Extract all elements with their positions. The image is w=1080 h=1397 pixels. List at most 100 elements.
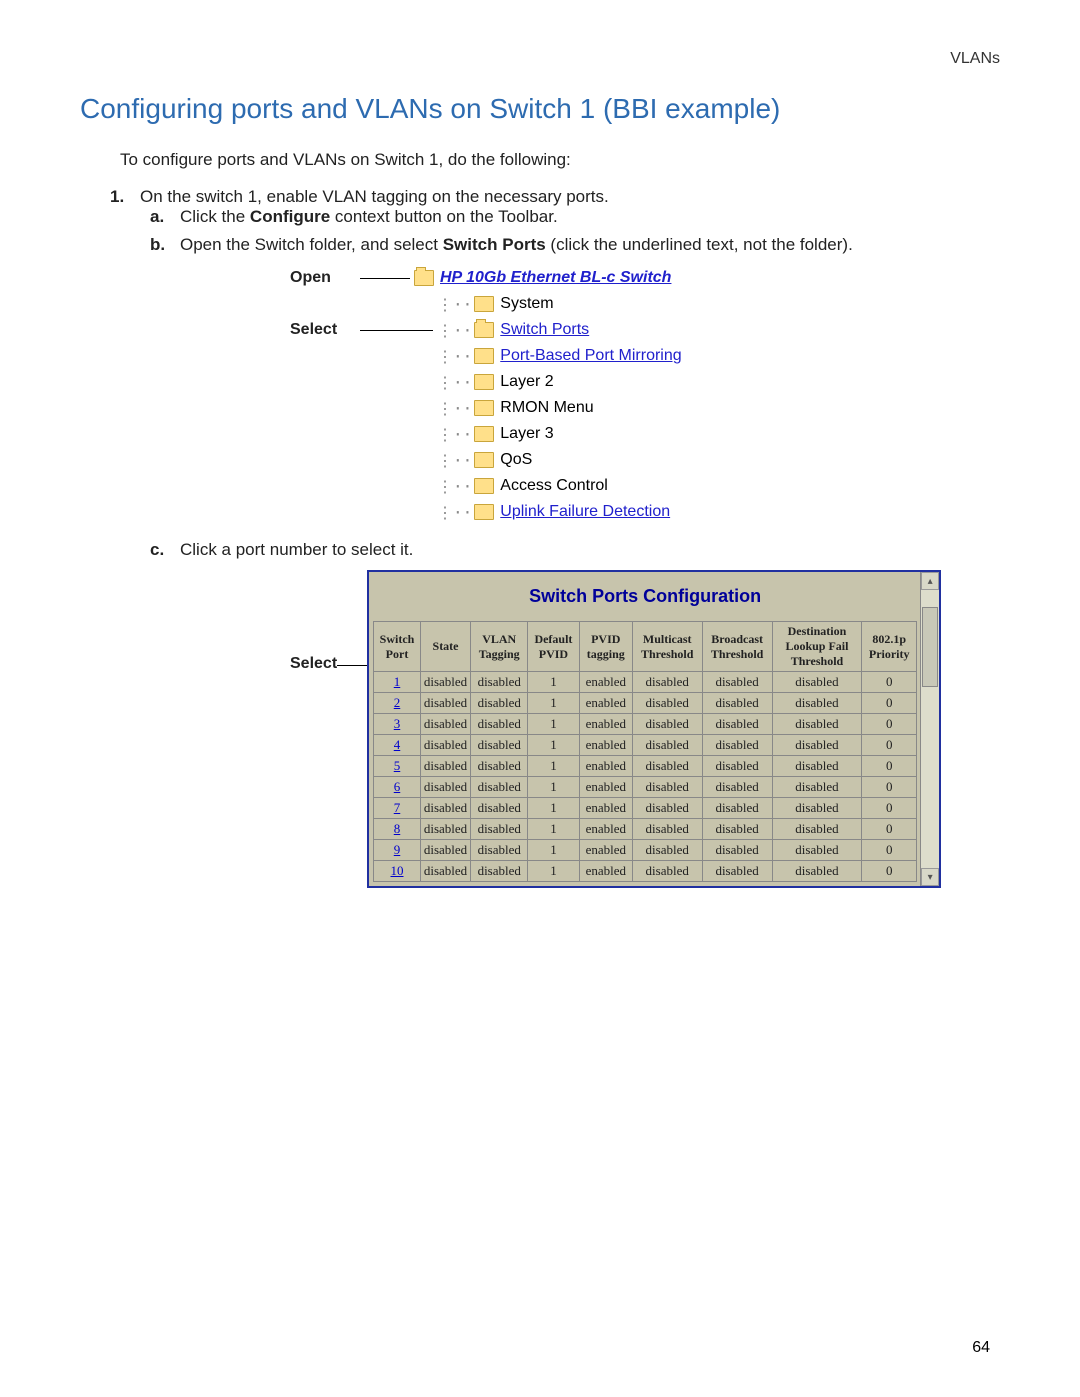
table-cell: 0	[862, 693, 917, 714]
table-cell: disabled	[420, 798, 470, 819]
table-cell: disabled	[632, 672, 702, 693]
port-link[interactable]: 2	[374, 693, 421, 714]
folder-icon	[474, 374, 494, 390]
table-cell: disabled	[772, 861, 862, 882]
page-number: 64	[972, 1339, 990, 1357]
folder-open-icon	[414, 270, 434, 286]
table-cell: disabled	[420, 819, 470, 840]
table-header: PVID tagging	[579, 622, 632, 672]
scroll-up-icon[interactable]: ▴	[921, 572, 939, 590]
port-link[interactable]: 8	[374, 819, 421, 840]
table-cell: disabled	[772, 672, 862, 693]
port-link[interactable]: 10	[374, 861, 421, 882]
table-cell: disabled	[772, 819, 862, 840]
scroll-thumb[interactable]	[922, 607, 938, 687]
step-1b-suffix: (click the underlined text, not the fold…	[546, 235, 853, 254]
table-cell: disabled	[471, 861, 528, 882]
table-cell: 1	[528, 693, 579, 714]
tree-item-text: Layer 2	[500, 373, 553, 391]
table-cell: 0	[862, 819, 917, 840]
table-row: 9disableddisabled1enableddisableddisable…	[374, 840, 917, 861]
table-cell: disabled	[702, 735, 772, 756]
folder-icon	[474, 296, 494, 312]
table-row: 2disableddisabled1enableddisableddisable…	[374, 693, 917, 714]
scrollbar[interactable]: ▴ ▾	[920, 572, 939, 886]
port-link[interactable]: 3	[374, 714, 421, 735]
connector-line	[360, 330, 433, 331]
table-cell: disabled	[471, 798, 528, 819]
table-cell: enabled	[579, 861, 632, 882]
table-cell: 0	[862, 714, 917, 735]
table-cell: enabled	[579, 777, 632, 798]
table-cell: disabled	[471, 819, 528, 840]
table-cell: disabled	[420, 735, 470, 756]
table-cell: 1	[528, 756, 579, 777]
table-cell: disabled	[772, 777, 862, 798]
tree-item-text: Layer 3	[500, 425, 553, 443]
folder-icon	[474, 426, 494, 442]
table-cell: disabled	[702, 714, 772, 735]
table-cell: disabled	[420, 861, 470, 882]
table-cell: disabled	[632, 861, 702, 882]
folder-icon	[474, 400, 494, 416]
port-link[interactable]: 5	[374, 756, 421, 777]
tree-root-link[interactable]: HP 10Gb Ethernet BL-c Switch	[440, 269, 671, 287]
table-cell: disabled	[632, 819, 702, 840]
table-cell: enabled	[579, 735, 632, 756]
table-cell: 1	[528, 777, 579, 798]
table-cell: enabled	[579, 840, 632, 861]
scroll-down-icon[interactable]: ▾	[921, 868, 939, 886]
port-link[interactable]: 9	[374, 840, 421, 861]
table-cell: 0	[862, 840, 917, 861]
tree-item-link[interactable]: Uplink Failure Detection	[500, 503, 670, 521]
folder-icon	[474, 348, 494, 364]
table-header: VLAN Tagging	[471, 622, 528, 672]
table-header: Broadcast Threshold	[702, 622, 772, 672]
table-cell: 0	[862, 861, 917, 882]
table-cell: disabled	[702, 777, 772, 798]
tree-item-link[interactable]: Switch Ports	[500, 321, 589, 339]
connector-line	[360, 278, 410, 279]
port-link[interactable]: 4	[374, 735, 421, 756]
table-cell: enabled	[579, 756, 632, 777]
table-header: 802.1p Priority	[862, 622, 917, 672]
tree-open-label: Open	[290, 269, 360, 287]
table-row: 5disableddisabled1enableddisableddisable…	[374, 756, 917, 777]
tree-item-link[interactable]: Port-Based Port Mirroring	[500, 347, 681, 365]
step-1c-text: Click a port number to select it.	[180, 540, 413, 559]
table-cell: disabled	[772, 840, 862, 861]
table-row: 6disableddisabled1enableddisableddisable…	[374, 777, 917, 798]
port-link[interactable]: 7	[374, 798, 421, 819]
step-1a-prefix: Click the	[180, 207, 250, 226]
table-cell: enabled	[579, 693, 632, 714]
port-link[interactable]: 1	[374, 672, 421, 693]
table-row: 8disableddisabled1enableddisableddisable…	[374, 819, 917, 840]
table-cell: disabled	[632, 756, 702, 777]
table-row: 7disableddisabled1enableddisableddisable…	[374, 798, 917, 819]
port-link[interactable]: 6	[374, 777, 421, 798]
table-cell: enabled	[579, 714, 632, 735]
table-header: State	[420, 622, 470, 672]
table-cell: disabled	[702, 819, 772, 840]
table-cell: disabled	[420, 756, 470, 777]
table-row: 4disableddisabled1enableddisableddisable…	[374, 735, 917, 756]
table-cell: disabled	[632, 714, 702, 735]
table-cell: 1	[528, 735, 579, 756]
table-cell: 0	[862, 777, 917, 798]
table-cell: disabled	[632, 798, 702, 819]
intro-text: To configure ports and VLANs on Switch 1…	[120, 150, 1000, 170]
table-select-label: Select	[290, 655, 337, 673]
table-cell: disabled	[772, 798, 862, 819]
table-cell: 1	[528, 861, 579, 882]
table-cell: disabled	[420, 672, 470, 693]
table-header: Switch Port	[374, 622, 421, 672]
table-row: 10disableddisabled1enableddisableddisabl…	[374, 861, 917, 882]
ports-table: Switch PortStateVLAN TaggingDefault PVID…	[373, 621, 917, 882]
table-cell: disabled	[772, 756, 862, 777]
table-cell: disabled	[420, 693, 470, 714]
table-cell: disabled	[702, 861, 772, 882]
table-cell: disabled	[632, 777, 702, 798]
tree-item-text: Access Control	[500, 477, 608, 495]
header-vlans: VLANs	[80, 50, 1000, 68]
table-title: Switch Ports Configuration	[373, 578, 917, 621]
